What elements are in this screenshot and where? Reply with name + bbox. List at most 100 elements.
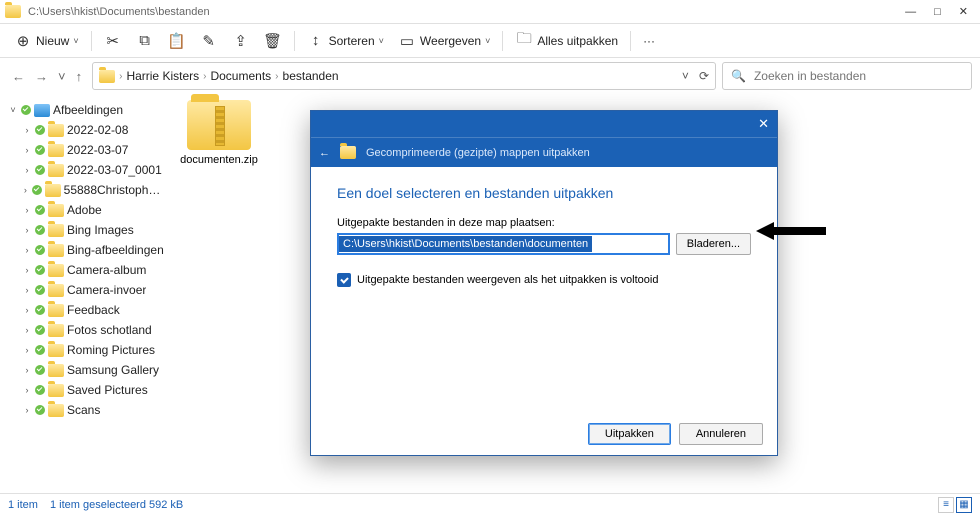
destination-path-value: C:\Users\hkist\Documents\bestanden\docum… [339, 236, 592, 252]
dialog-prompt: Uitgepakte bestanden in deze map plaatse… [337, 217, 751, 229]
sync-status-icon [35, 165, 45, 175]
sidebar-item[interactable]: ›2022-02-08 [8, 120, 166, 140]
sync-status-icon [35, 405, 45, 415]
sidebar-item[interactable]: ›Feedback [8, 300, 166, 320]
show-extracted-checkbox[interactable] [337, 273, 351, 287]
sidebar-item-label: Saved Pictures [67, 383, 148, 397]
extract-all-button[interactable]: 🗀 Alles uitpakken [509, 28, 624, 54]
address-bar[interactable]: › Harrie Kisters › Documents › bestanden… [92, 62, 716, 90]
sidebar-item[interactable]: ›Saved Pictures [8, 380, 166, 400]
folder-icon [48, 324, 64, 337]
search-box[interactable]: 🔍 [722, 62, 972, 90]
delete-button[interactable]: 🗑 [258, 29, 288, 53]
clipboard-icon: 📋 [168, 32, 186, 50]
cancel-button[interactable]: Annuleren [679, 423, 763, 445]
folder-icon [48, 364, 64, 377]
chevron-down-icon: ˅ [485, 36, 490, 46]
sidebar-item-label: 2022-02-08 [67, 123, 128, 137]
sidebar-item[interactable]: ›Scans [8, 400, 166, 420]
sync-status-icon [35, 265, 45, 275]
nav-back-button[interactable]: ← [12, 69, 25, 84]
sync-status-icon [35, 385, 45, 395]
sidebar-item[interactable]: ›2022-03-07 [8, 140, 166, 160]
minimize-button[interactable]: — [905, 6, 916, 18]
more-button[interactable]: ··· [637, 30, 661, 52]
refresh-button[interactable]: ⟳ [699, 69, 709, 83]
extract-icon: 🗀 [515, 32, 533, 50]
sidebar-item-label: Feedback [67, 303, 120, 317]
status-selection: 1 item geselecteerd 592 kB [50, 499, 183, 511]
sidebar-item-label: Scans [67, 403, 100, 417]
sidebar-item-label: 2022-03-07_0001 [67, 163, 162, 177]
sidebar-item[interactable]: ›Bing Images [8, 220, 166, 240]
new-button[interactable]: ⊕ Nieuw ˅ [8, 28, 85, 54]
sort-button[interactable]: ↕ Sorteren ˅ [301, 28, 390, 54]
sidebar-item[interactable]: ›55888ChristopheLavalle.Dyn [8, 180, 166, 200]
nav-forward-button[interactable]: → [35, 69, 48, 84]
view-list-toggle[interactable]: ≡ [938, 497, 954, 513]
dialog-close-button[interactable]: ✕ [758, 116, 769, 132]
folder-icon [48, 224, 64, 237]
sync-status-icon [35, 285, 45, 295]
address-folder-icon [99, 70, 115, 83]
sidebar-item[interactable]: ›Bing-afbeeldingen [8, 240, 166, 260]
sort-label: Sorteren [329, 34, 375, 48]
cut-button[interactable]: ✂ [98, 29, 128, 53]
sidebar-item[interactable]: ›Adobe [8, 200, 166, 220]
sidebar-item-pictures[interactable]: ˅ Afbeeldingen [8, 100, 166, 120]
view-grid-toggle[interactable]: ▦ [956, 497, 972, 513]
view-icon: ▭ [398, 32, 416, 50]
breadcrumb[interactable]: Harrie Kisters [126, 69, 199, 83]
paste-button[interactable]: 📋 [162, 29, 192, 53]
dialog-wizard-title: Gecomprimeerde (gezipte) mappen uitpakke… [366, 147, 590, 159]
sidebar-item-label: Fotos schotland [67, 323, 152, 337]
dialog-heading: Een doel selecteren en bestanden uitpakk… [337, 185, 751, 201]
sidebar-item[interactable]: ›2022-03-07_0001 [8, 160, 166, 180]
file-tile-documenten-zip[interactable]: documenten.zip [180, 100, 258, 166]
share-button[interactable]: ⇪ [226, 29, 256, 53]
chevron-down-icon: ˅ [379, 36, 384, 46]
search-icon: 🔍 [731, 69, 746, 83]
sidebar-item-label: 2022-03-07 [67, 143, 128, 157]
rename-icon: ✎ [200, 32, 218, 50]
search-input[interactable] [754, 69, 963, 83]
file-name: documenten.zip [180, 154, 258, 166]
maximize-button[interactable]: □ [934, 6, 941, 18]
sidebar-item[interactable]: ›Camera-album [8, 260, 166, 280]
address-chevron-icon[interactable]: ˅ [682, 69, 689, 83]
sync-status-icon [35, 125, 45, 135]
share-icon: ⇪ [232, 32, 250, 50]
close-button[interactable]: ✕ [959, 5, 968, 18]
sidebar-item[interactable]: ›Roming Pictures [8, 340, 166, 360]
dialog-back-button[interactable]: ← [319, 147, 330, 159]
sidebar-item[interactable]: ›Samsung Gallery [8, 360, 166, 380]
folder-icon [45, 184, 61, 197]
sidebar-item[interactable]: ›Fotos schotland [8, 320, 166, 340]
rename-button[interactable]: ✎ [194, 29, 224, 53]
nav-recent-button[interactable]: ˅ [58, 69, 66, 84]
sidebar-item-label: Bing-afbeeldingen [67, 243, 164, 257]
extract-button[interactable]: Uitpakken [588, 423, 671, 445]
folder-icon [48, 204, 64, 217]
view-button[interactable]: ▭ Weergeven ˅ [392, 28, 496, 54]
destination-path-input[interactable]: C:\Users\hkist\Documents\bestanden\docum… [337, 233, 670, 255]
dialog-folder-icon [340, 146, 356, 159]
breadcrumb[interactable]: Documents [210, 69, 271, 83]
folder-tree: ˅ Afbeeldingen ›2022-02-08 ›2022-03-07 ›… [0, 94, 170, 493]
sync-status-icon [32, 185, 42, 195]
folder-icon [48, 264, 64, 277]
sync-status-icon [35, 365, 45, 375]
browse-button[interactable]: Bladeren... [676, 233, 751, 255]
copy-button[interactable]: ⧉ [130, 29, 160, 53]
sync-status-icon [21, 105, 31, 115]
folder-icon [48, 164, 64, 177]
sidebar-item-label: Afbeeldingen [53, 103, 123, 117]
breadcrumb[interactable]: bestanden [283, 69, 339, 83]
sidebar-item[interactable]: ›Camera-invoer [8, 280, 166, 300]
sort-icon: ↕ [307, 32, 325, 50]
nav-up-button[interactable]: ↑ [76, 69, 83, 84]
sidebar-item-label: 55888ChristopheLavalle.Dyn [64, 183, 166, 197]
window-folder-icon [4, 4, 22, 20]
folder-icon [48, 384, 64, 397]
sidebar-item-label: Roming Pictures [67, 343, 155, 357]
